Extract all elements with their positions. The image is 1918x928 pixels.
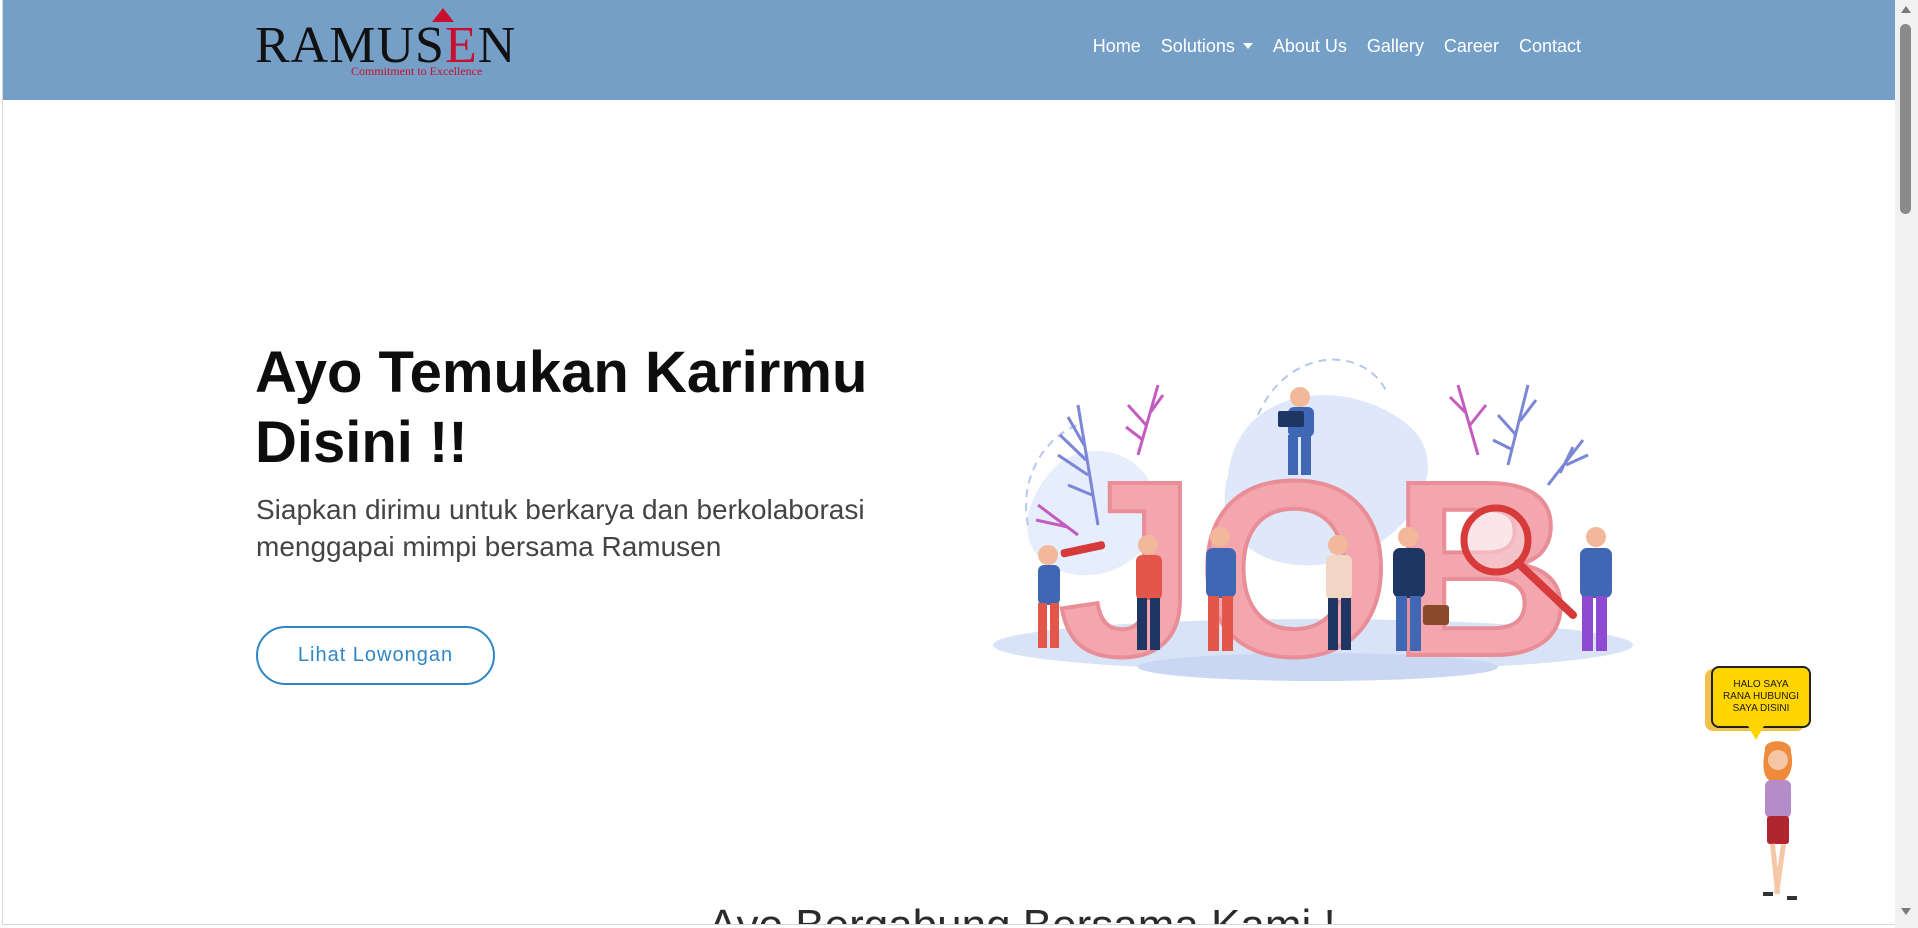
logo-suffix: N: [477, 17, 517, 74]
scroll-down-arrow-icon[interactable]: [1901, 908, 1911, 915]
assistant-avatar-icon: [1763, 741, 1797, 900]
lihat-lowongan-button[interactable]: Lihat Lowongan: [256, 626, 495, 685]
nav-career-label: Career: [1443, 36, 1499, 56]
navbar: RAMUSEN Commitment to Excellence Home So…: [3, 0, 1895, 100]
logo-tagline: Commitment to Excellence: [351, 64, 483, 78]
chevron-down-icon: [1242, 43, 1253, 49]
nav-solutions-label: Solutions: [1160, 36, 1235, 56]
chat-widget[interactable]: HALO SAYA RANA HUBUNGI SAYA DISINI: [1703, 660, 1833, 905]
nav-home[interactable]: Home: [1083, 34, 1151, 58]
nav-career[interactable]: Career: [1434, 34, 1509, 58]
nav-contact-label: Contact: [1518, 36, 1581, 56]
nav-solutions-dropdown[interactable]: Solutions: [1151, 34, 1263, 58]
chat-bubble-tail: [1748, 726, 1764, 740]
ramusen-logo[interactable]: RAMUSEN Commitment to Excellence: [255, 8, 515, 78]
hero-subtitle: Siapkan dirimu untuk berkarya dan berkol…: [256, 494, 865, 562]
nav-gallery-label: Gallery: [1366, 36, 1424, 56]
nav-home-label: Home: [1092, 36, 1141, 56]
nav-contact[interactable]: Contact: [1509, 34, 1591, 58]
scroll-up-arrow-icon[interactable]: [1901, 6, 1911, 13]
nav-gallery[interactable]: Gallery: [1357, 34, 1434, 58]
nav-about-us[interactable]: About Us: [1263, 34, 1357, 58]
main-nav: Home Solutions About Us Gallery Career C…: [1083, 34, 1591, 58]
nav-about-label: About Us: [1272, 36, 1347, 56]
job-illustration: JOB: [993, 358, 1633, 695]
section-heading: Ayo Bergabung Bersama Kami !: [708, 904, 1336, 925]
page-viewport: RAMUSEN Commitment to Excellence Home So…: [2, 0, 1895, 925]
scrollbar-thumb[interactable]: [1900, 24, 1911, 214]
vertical-scrollbar[interactable]: [1895, 0, 1918, 928]
chat-bubble-text: HALO SAYA RANA HUBUNGI SAYA DISINI: [1722, 679, 1800, 714]
hero-title: Ayo Temukan Karirmu Disini !!: [255, 340, 868, 475]
chat-bubble[interactable]: HALO SAYA RANA HUBUNGI SAYA DISINI: [1711, 666, 1811, 728]
